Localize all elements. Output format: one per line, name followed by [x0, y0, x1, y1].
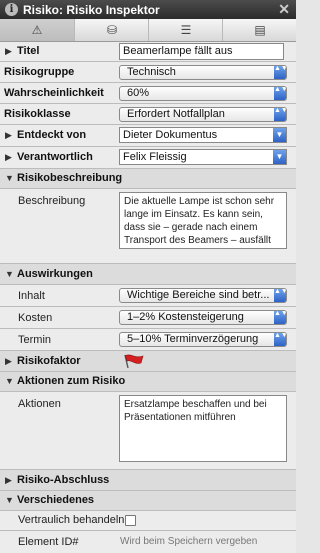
- inhalt-popup[interactable]: Wichtige Bereiche sind betr... ▲▼: [119, 288, 287, 303]
- tab-list[interactable]: ☰: [148, 19, 223, 41]
- beschreibung-textarea[interactable]: Die aktuelle Lampe ist schon sehr lange …: [119, 192, 287, 249]
- risikogruppe-value: Technisch: [127, 66, 176, 78]
- aktionen-header: Aktionen zum Risiko: [17, 375, 126, 387]
- row-element-id: Element ID# Wird beim Speichern vergeben: [0, 531, 296, 553]
- verschiedenes-header: Verschiedenes: [17, 494, 95, 506]
- row-risikofaktor: ▶ Risikofaktor: [0, 351, 296, 372]
- disclosure-triangle-icon[interactable]: ▶: [5, 46, 12, 57]
- popup-arrows-icon: ▲▼: [274, 311, 286, 324]
- tab-document[interactable]: ▤: [222, 19, 297, 41]
- verantwortlich-value: Felix Fleissig: [123, 151, 187, 163]
- entdeckt-von-combo[interactable]: Dieter Dokumentus ▼: [119, 127, 287, 143]
- vertraulich-checkbox[interactable]: [125, 515, 136, 526]
- aktionen-label: Aktionen: [18, 398, 61, 410]
- row-risikoklasse: Risikoklasse Erfordert Notfallplan ▲▼: [0, 104, 296, 125]
- kosten-value: 1–2% Kostensteigerung: [127, 311, 244, 323]
- list-icon: ☰: [180, 23, 192, 37]
- section-verschiedenes[interactable]: ▼ Verschiedenes: [0, 491, 296, 511]
- row-kosten: Kosten 1–2% Kostensteigerung ▲▼: [0, 307, 296, 329]
- aktionen-textarea[interactable]: Ersatzlampe beschaffen und bei Präsentat…: [119, 395, 287, 462]
- tab-bar: ⚠ ⛁ ☰ ▤: [0, 19, 296, 42]
- titel-field[interactable]: Beamerlampe fällt aus: [119, 43, 284, 60]
- row-wahrscheinlichkeit: Wahrscheinlichkeit 60% ▲▼: [0, 83, 296, 104]
- inhalt-value: Wichtige Bereiche sind betr...: [127, 289, 270, 301]
- database-icon: ⛁: [106, 23, 118, 37]
- warning-icon: ⚠: [31, 23, 43, 37]
- termin-label: Termin: [18, 334, 52, 346]
- chevron-down-icon[interactable]: ▼: [273, 150, 286, 164]
- popup-arrows-icon: ▲▼: [274, 66, 286, 79]
- window-title: Risiko: Risiko Inspektor: [23, 3, 160, 17]
- row-risikogruppe: Risikogruppe Technisch ▲▼: [0, 62, 296, 83]
- verantwortlich-label: Verantwortlich: [17, 151, 93, 163]
- wahrscheinlichkeit-popup[interactable]: 60% ▲▼: [119, 86, 287, 101]
- row-titel: ▶ Titel Beamerlampe fällt aus: [0, 42, 296, 62]
- risikoklasse-label: Risikoklasse: [4, 108, 71, 120]
- disclosure-triangle-icon[interactable]: ▶: [5, 152, 12, 163]
- info-icon: i: [5, 3, 18, 16]
- kosten-popup[interactable]: 1–2% Kostensteigerung ▲▼: [119, 310, 287, 325]
- kosten-label: Kosten: [18, 312, 53, 324]
- popup-arrows-icon: ▲▼: [274, 333, 286, 346]
- chevron-down-icon[interactable]: ▼: [273, 128, 286, 142]
- element-id-value: Wird beim Speichern vergeben: [120, 536, 258, 547]
- disclosure-triangle-icon[interactable]: ▶: [5, 356, 12, 367]
- window-titlebar[interactable]: i Risiko: Risiko Inspektor ✕: [0, 0, 296, 19]
- risikobeschreibung-header: Risikobeschreibung: [17, 172, 123, 184]
- disclosure-triangle-open-icon[interactable]: ▼: [5, 495, 14, 505]
- document-icon: ▤: [254, 23, 266, 37]
- close-icon[interactable]: ✕: [278, 1, 290, 18]
- termin-value: 5–10% Terminverzögerung: [127, 333, 259, 345]
- row-vertraulich: Vertraulich behandeln: [0, 511, 296, 531]
- section-auswirkungen[interactable]: ▼ Auswirkungen: [0, 264, 296, 285]
- risiko-abschluss-header: Risiko-Abschluss: [17, 474, 110, 486]
- risikogruppe-popup[interactable]: Technisch ▲▼: [119, 65, 287, 80]
- section-risikobeschreibung[interactable]: ▼ Risikobeschreibung: [0, 169, 296, 189]
- termin-popup[interactable]: 5–10% Terminverzögerung ▲▼: [119, 332, 287, 347]
- section-risiko-abschluss[interactable]: ▶ Risiko-Abschluss: [0, 470, 296, 491]
- disclosure-triangle-open-icon[interactable]: ▼: [5, 173, 14, 183]
- risikoklasse-popup[interactable]: Erfordert Notfallplan ▲▼: [119, 107, 287, 122]
- popup-arrows-icon: ▲▼: [274, 87, 286, 100]
- disclosure-triangle-open-icon[interactable]: ▼: [5, 376, 14, 386]
- entdeckt-von-label: Entdeckt von: [17, 129, 87, 141]
- popup-arrows-icon: ▲▼: [274, 108, 286, 121]
- tab-data[interactable]: ⛁: [74, 19, 149, 41]
- popup-arrows-icon: ▲▼: [274, 289, 286, 302]
- disclosure-triangle-icon[interactable]: ▶: [5, 475, 12, 486]
- row-entdeckt-von: ▶ Entdeckt von Dieter Dokumentus ▼: [0, 125, 296, 147]
- risikogruppe-label: Risikogruppe: [4, 66, 75, 78]
- disclosure-triangle-open-icon[interactable]: ▼: [5, 269, 14, 279]
- risikofaktor-label: Risikofaktor: [17, 355, 81, 367]
- vertraulich-label: Vertraulich behandeln: [18, 514, 125, 526]
- row-beschreibung: Beschreibung Die aktuelle Lampe ist scho…: [0, 189, 296, 264]
- disclosure-triangle-icon[interactable]: ▶: [5, 130, 12, 141]
- entdeckt-von-value: Dieter Dokumentus: [123, 129, 218, 141]
- element-id-label: Element ID#: [18, 536, 79, 548]
- inhalt-label: Inhalt: [18, 290, 45, 302]
- row-termin: Termin 5–10% Terminverzögerung ▲▼: [0, 329, 296, 351]
- row-aktionen: Aktionen Ersatzlampe beschaffen und bei …: [0, 392, 296, 470]
- row-verantwortlich: ▶ Verantwortlich Felix Fleissig ▼: [0, 147, 296, 169]
- wahrscheinlichkeit-value: 60%: [127, 87, 150, 99]
- row-inhalt: Inhalt Wichtige Bereiche sind betr... ▲▼: [0, 285, 296, 307]
- beschreibung-label: Beschreibung: [18, 195, 86, 207]
- titel-label: Titel: [17, 45, 40, 57]
- wahrscheinlichkeit-label: Wahrscheinlichkeit: [4, 87, 104, 99]
- risikoklasse-value: Erfordert Notfallplan: [127, 108, 225, 120]
- auswirkungen-header: Auswirkungen: [17, 268, 93, 280]
- section-aktionen[interactable]: ▼ Aktionen zum Risiko: [0, 372, 296, 392]
- red-flag-icon: [124, 354, 144, 369]
- tab-risk[interactable]: ⚠: [0, 19, 74, 41]
- verantwortlich-combo[interactable]: Felix Fleissig ▼: [119, 149, 287, 165]
